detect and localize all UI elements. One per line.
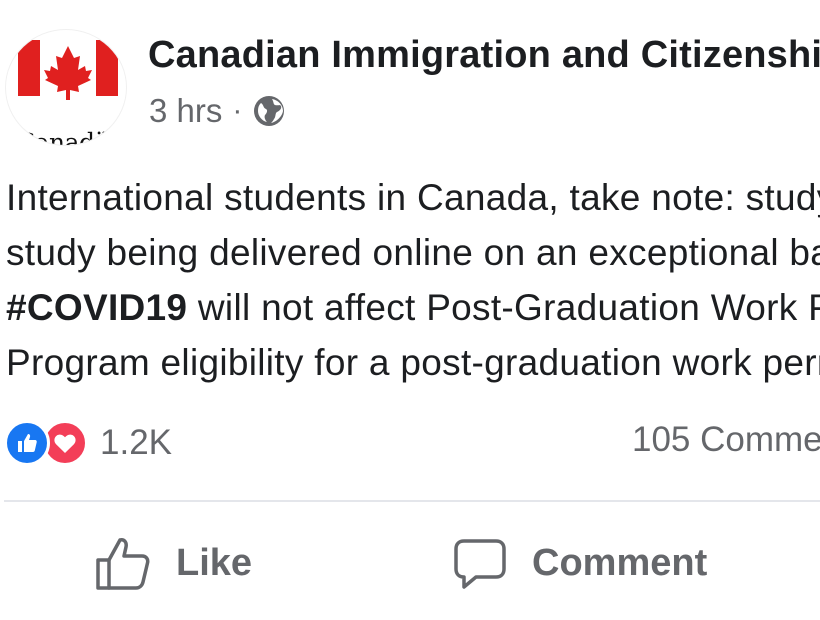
post-timestamp[interactable]: 3 hrs: [149, 92, 222, 130]
post-body-line: Program eligibility for a post-graduatio…: [6, 342, 820, 383]
comments-count-link[interactable]: 105 Comments: [632, 420, 820, 460]
like-button[interactable]: Like: [94, 530, 252, 596]
facebook-post: Canadä Canadian Immigration and Citizens…: [0, 0, 820, 620]
post-body-line: study being delivered online on an excep…: [6, 232, 820, 273]
reactions-summary[interactable]: 1.2K: [4, 418, 172, 468]
reaction-count: 1.2K: [100, 423, 172, 462]
comment-button[interactable]: Comment: [452, 530, 707, 596]
like-button-label: Like: [176, 541, 253, 584]
post-body: International students in Canada, take n…: [6, 170, 820, 390]
post-body-line: International students in Canada, take n…: [6, 177, 820, 218]
post-body-line-with-hashtag: #COVID19 will not affect Post-Graduation…: [6, 280, 820, 335]
meta-separator: ·: [232, 94, 243, 127]
post-meta: 3 hrs ·: [149, 91, 286, 131]
divider: [4, 500, 820, 502]
thumbs-up-icon: [96, 538, 150, 590]
page-name-link[interactable]: Canadian Immigration and Citizenship: [148, 34, 820, 77]
like-reaction-icon: [4, 420, 50, 466]
canada-flag-icon: [18, 40, 118, 100]
comment-button-label: Comment: [532, 541, 708, 584]
canada-wordmark: Canadä: [16, 128, 109, 145]
page-avatar[interactable]: Canadä: [6, 30, 126, 145]
globe-icon[interactable]: [252, 94, 286, 128]
covid19-hashtag-link[interactable]: #COVID19: [6, 287, 187, 328]
post-body-line: will not affect Post-Graduation Work Per…: [197, 287, 820, 328]
comment-bubble-icon: [454, 539, 506, 589]
